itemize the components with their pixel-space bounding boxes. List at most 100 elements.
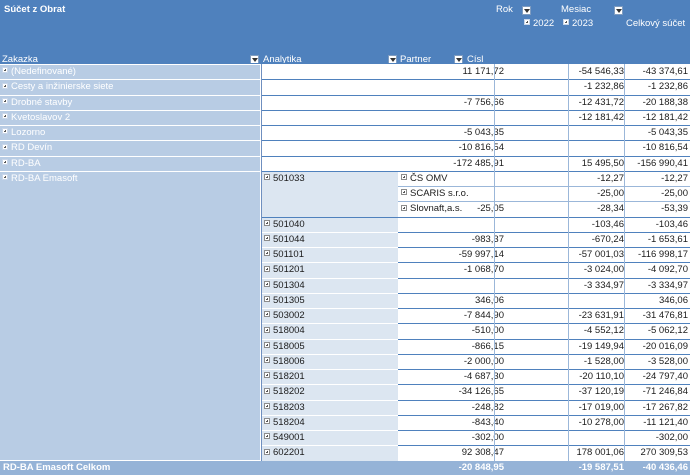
zakazka-label: Drobné stavby xyxy=(2,97,72,108)
analytika-row[interactable]: 549001 xyxy=(261,431,398,447)
analytika-row-2023: -3 024,00 xyxy=(583,264,624,276)
year-2022-header[interactable]: 2022 xyxy=(524,18,554,30)
zakazka-row[interactable]: Lozorno xyxy=(0,126,260,142)
expand-icon[interactable] xyxy=(2,113,8,120)
analytika-row-2023: -20 110,10 xyxy=(579,371,624,382)
analytika-row[interactable]: 503002 xyxy=(261,309,398,325)
simple-row-2022: -7 756,66 xyxy=(463,96,504,108)
expand-icon[interactable] xyxy=(563,19,569,26)
expand-icon[interactable] xyxy=(401,204,407,211)
expand-icon[interactable] xyxy=(264,418,270,425)
column-divider xyxy=(261,64,262,461)
expand-icon[interactable] xyxy=(264,280,270,287)
expand-icon[interactable] xyxy=(264,174,270,181)
expand-icon[interactable] xyxy=(264,357,270,364)
analytika-row-2023: -57 001,03 xyxy=(578,249,624,260)
expand-icon[interactable] xyxy=(264,265,270,272)
analytika-label: 518203 xyxy=(264,402,305,413)
expand-icon[interactable] xyxy=(2,82,8,89)
analytika-row-2023: -4 552,12 xyxy=(583,325,624,337)
analytika-row[interactable]: 501305 xyxy=(261,293,398,309)
expand-icon[interactable] xyxy=(2,97,8,104)
analytika-row-2022: -866,15 xyxy=(471,340,504,352)
partner-name: ČS OMV xyxy=(410,172,448,184)
zakazka-row[interactable]: RD-BA xyxy=(0,156,260,172)
analytika-row[interactable]: 602201 xyxy=(261,446,398,462)
expand-icon[interactable] xyxy=(264,296,270,303)
zakazka-row[interactable]: RD Devín xyxy=(0,141,260,157)
analytika-field-label: Analytika xyxy=(263,54,302,65)
analytika-row[interactable]: 518202 xyxy=(261,385,398,401)
analytika-row[interactable]: 518204 xyxy=(261,415,398,431)
expand-icon[interactable] xyxy=(264,219,270,226)
analytika-row-total: -302,00 xyxy=(655,432,688,443)
analytika-label: 501305 xyxy=(264,295,305,306)
zakazka-row-emasoft[interactable]: RD-BA Emasoft xyxy=(0,171,260,461)
row-divider xyxy=(398,353,690,355)
analytika-label: 501033 xyxy=(264,172,305,186)
expand-icon[interactable] xyxy=(264,235,270,242)
analytika-label: 518005 xyxy=(264,341,305,352)
analytika-row[interactable]: 518004 xyxy=(261,324,398,340)
expand-icon[interactable] xyxy=(401,189,407,196)
analytika-row[interactable]: 501040 xyxy=(261,217,398,233)
analytika-label: 518202 xyxy=(264,386,305,397)
zakazka-row[interactable]: Kvetoslavov 2 xyxy=(0,110,260,126)
column-divider xyxy=(568,64,569,461)
analytika-row[interactable]: 518203 xyxy=(261,400,398,416)
simple-row-2022: 11 171,72 xyxy=(462,66,504,77)
row-divider xyxy=(398,323,690,325)
expand-icon[interactable] xyxy=(524,19,530,26)
expand-icon[interactable] xyxy=(401,174,407,181)
month-filter-button[interactable] xyxy=(614,6,623,15)
partner-row-total: -12,27 xyxy=(661,172,688,184)
zakazka-label: RD-BA Emasoft xyxy=(2,173,78,184)
simple-row-total: -10 816,54 xyxy=(642,142,688,154)
partner-name: Slovnaft,a.s. xyxy=(410,203,463,215)
analytika-row-2023: -670,24 xyxy=(591,233,624,245)
analytika-code: 501044 xyxy=(273,233,305,245)
row-divider xyxy=(261,109,690,111)
expand-icon[interactable] xyxy=(264,326,270,333)
analytika-label: 518006 xyxy=(264,356,305,367)
expand-icon[interactable] xyxy=(2,174,8,181)
zakazka-label: (Nedefinované) xyxy=(2,66,76,77)
analytika-label: 501040 xyxy=(264,219,305,230)
expand-icon[interactable] xyxy=(264,448,270,455)
simple-row-2023: -1 232,86 xyxy=(583,81,624,93)
expand-icon[interactable] xyxy=(264,402,270,409)
analytika-row[interactable]: 501304 xyxy=(261,278,398,294)
partner-label[interactable]: ČS OMV xyxy=(401,172,447,186)
zakazka-row[interactable]: Drobné stavby xyxy=(0,95,260,111)
analytika-row-total: -20 016,09 xyxy=(642,340,688,352)
expand-icon[interactable] xyxy=(2,158,8,165)
analytika-row[interactable]: 501044 xyxy=(261,232,398,248)
expand-icon[interactable] xyxy=(264,311,270,318)
expand-icon[interactable] xyxy=(264,250,270,257)
expand-icon[interactable] xyxy=(2,128,8,135)
expand-icon[interactable] xyxy=(2,143,8,150)
analytika-label: 602201 xyxy=(264,447,305,458)
simple-row-total: -156 990,41 xyxy=(637,157,688,169)
zakazka-row[interactable]: Cesty a inžinierske siete xyxy=(0,80,260,96)
analytika-row-2022: -302,00 xyxy=(471,432,504,443)
expand-icon[interactable] xyxy=(264,372,270,379)
row-divider xyxy=(398,262,690,264)
analytika-row[interactable]: 518005 xyxy=(261,339,398,355)
expand-icon[interactable] xyxy=(2,67,8,74)
zakazka-row[interactable]: (Nedefinované) xyxy=(0,65,260,81)
year-filter-button[interactable] xyxy=(522,6,531,15)
analytika-row-2023: -1 528,00 xyxy=(583,355,624,367)
analytika-row[interactable]: 501101 xyxy=(261,248,398,264)
analytika-row[interactable]: 518201 xyxy=(261,370,398,386)
expand-icon[interactable] xyxy=(264,433,270,440)
analytika-row[interactable]: 518006 xyxy=(261,354,398,370)
analytika-row[interactable]: 501201 xyxy=(261,263,398,279)
simple-row-2023: 15 495,50 xyxy=(581,157,624,169)
partner-label[interactable]: SCARIS s.r.o. xyxy=(401,187,469,201)
partner-label[interactable]: Slovnaft,a.s. xyxy=(401,202,462,216)
expand-icon[interactable] xyxy=(264,341,270,348)
analytika-row-2023: -103,46 xyxy=(591,218,624,230)
expand-icon[interactable] xyxy=(264,387,270,394)
year-2023-header[interactable]: 2023 xyxy=(563,18,593,30)
